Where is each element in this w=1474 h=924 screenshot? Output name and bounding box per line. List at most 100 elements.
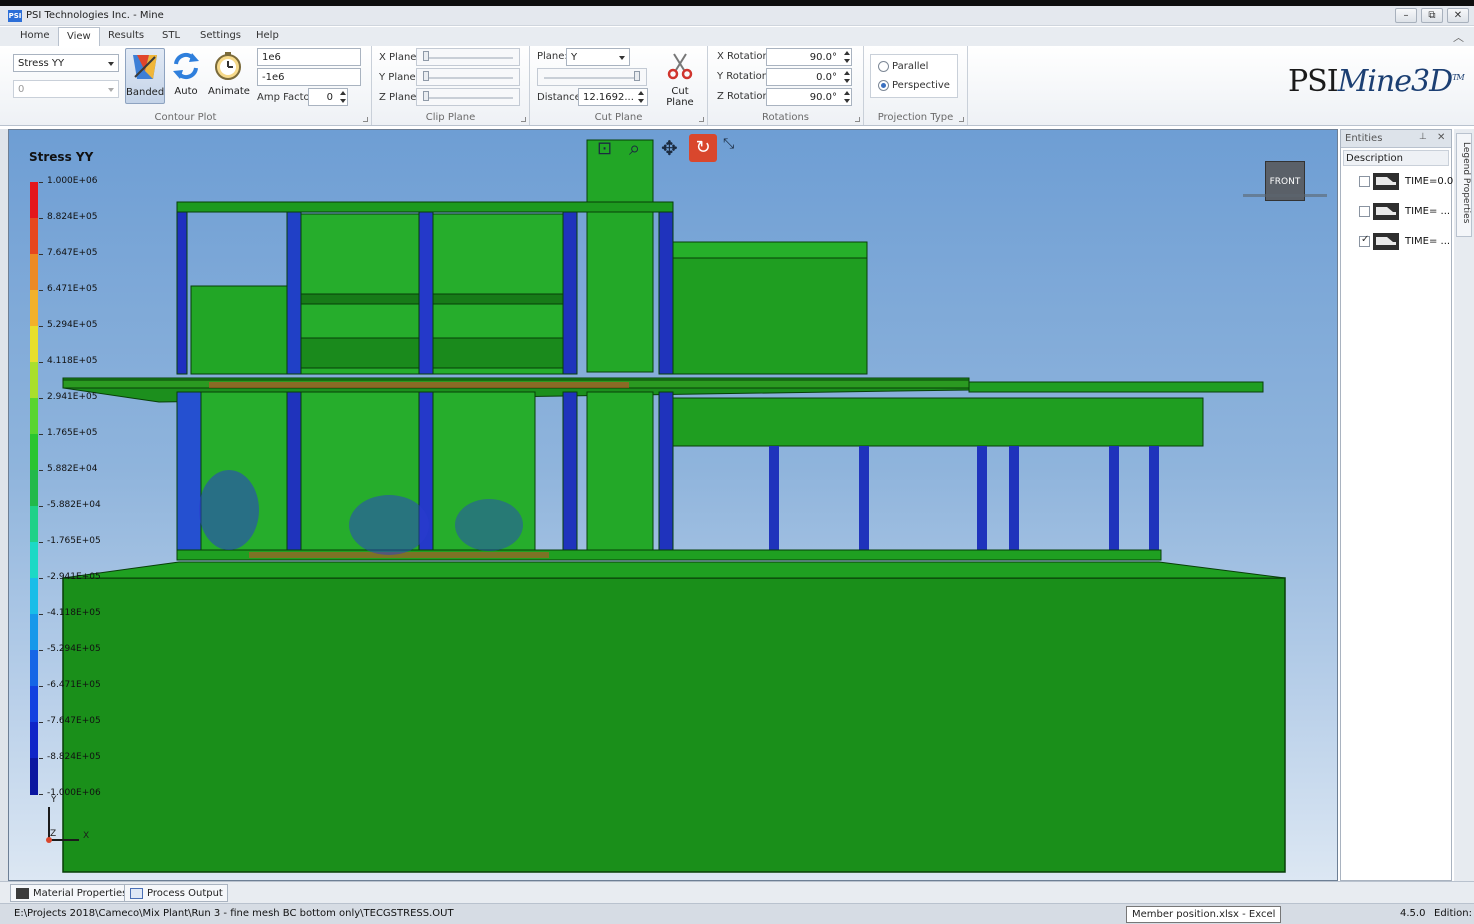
pin-icon[interactable]: ⊥ bbox=[1419, 132, 1427, 142]
entity-label: TIME= ... bbox=[1405, 206, 1451, 217]
maximize-button[interactable]: ⧉ bbox=[1421, 8, 1443, 23]
amp-factor-label: Amp Factor bbox=[257, 92, 314, 103]
psi-mine3d-logo: PSIMine3DTM bbox=[1288, 64, 1465, 99]
fit-all-icon[interactable]: ⤡ bbox=[723, 136, 747, 160]
legend-value: 2.941E+05 bbox=[47, 392, 98, 402]
minimize-button[interactable]: – bbox=[1395, 8, 1417, 23]
entity-result-icon bbox=[1373, 233, 1399, 250]
dialog-launcher-icon[interactable] bbox=[699, 117, 704, 122]
entities-header: Entities ⊥ ✕ bbox=[1341, 130, 1451, 148]
amp-factor-stepper[interactable] bbox=[338, 88, 348, 106]
legend-tick bbox=[39, 758, 43, 759]
z-rotation-stepper[interactable] bbox=[842, 88, 852, 106]
legend-value: -5.882E+04 bbox=[47, 500, 101, 510]
cut-plane-slider[interactable] bbox=[537, 68, 647, 86]
legend-title: Stress YY bbox=[29, 150, 94, 164]
tab-stl[interactable]: STL bbox=[158, 30, 184, 41]
scissors-icon bbox=[667, 53, 693, 80]
z-rotation-input[interactable]: 90.0° bbox=[766, 88, 852, 106]
legend-properties-tab[interactable]: Legend Properties bbox=[1456, 133, 1472, 237]
dialog-launcher-icon[interactable] bbox=[363, 117, 368, 122]
dialog-launcher-icon[interactable] bbox=[959, 117, 964, 122]
y-plane-slider[interactable] bbox=[416, 68, 520, 86]
entity-checkbox[interactable] bbox=[1359, 176, 1370, 187]
right-side-bar: Legend Properties bbox=[1454, 129, 1474, 881]
tab-home[interactable]: Home bbox=[16, 30, 54, 41]
status-edition: Edition: bbox=[1434, 908, 1472, 919]
close-icon[interactable]: ✕ bbox=[1437, 132, 1445, 143]
tab-settings[interactable]: Settings bbox=[196, 30, 245, 41]
x-plane-slider[interactable] bbox=[416, 48, 520, 66]
contour-plot-label: Contour Plot bbox=[154, 112, 217, 123]
pan-icon[interactable]: ✥ bbox=[661, 136, 685, 160]
close-button[interactable]: ✕ bbox=[1447, 8, 1469, 23]
status-bar: E:\Projects 2018\Cameco\Mix Plant\Run 3 … bbox=[0, 903, 1474, 924]
legend-tick bbox=[39, 290, 43, 291]
tab-results[interactable]: Results bbox=[104, 30, 148, 41]
clip-plane-label: Clip Plane bbox=[425, 112, 476, 123]
legend-color-band bbox=[30, 362, 38, 399]
entity-row[interactable]: TIME= ... bbox=[1343, 200, 1451, 224]
material-icon bbox=[16, 888, 29, 899]
legend-tick bbox=[39, 506, 43, 507]
entities-panel: Entities ⊥ ✕ Description TIME=0.0 TIME= .… bbox=[1340, 129, 1453, 881]
entity-checkbox[interactable] bbox=[1359, 234, 1370, 247]
legend-color-band bbox=[30, 182, 38, 219]
min-value-input[interactable]: -1e6 bbox=[257, 68, 361, 86]
chevron-down-icon bbox=[619, 56, 625, 60]
auto-button[interactable]: Auto bbox=[166, 48, 206, 104]
parallel-radio[interactable] bbox=[878, 61, 889, 72]
entity-checkbox[interactable] bbox=[1359, 206, 1370, 217]
rotate-icon[interactable]: ↻ bbox=[689, 134, 717, 162]
table-icon bbox=[130, 888, 143, 899]
banded-button[interactable]: Banded bbox=[125, 48, 165, 104]
process-output-tab[interactable]: Process Output bbox=[124, 884, 228, 902]
legend-value: -1.765E+05 bbox=[47, 536, 101, 546]
ribbon-tabs: Home View Results STL Settings Help ︿ bbox=[0, 27, 1474, 46]
z-plane-slider[interactable] bbox=[416, 88, 520, 106]
model-viewport[interactable]: ⊡ ⌕ ✥ ↻ ⤡ Stress YY 1.000E+06 8.824E+05 7.… bbox=[8, 129, 1338, 881]
entity-row[interactable]: TIME= ... bbox=[1343, 230, 1451, 254]
tab-help[interactable]: Help bbox=[252, 30, 283, 41]
legend-tick bbox=[39, 182, 43, 183]
legend-tick bbox=[39, 326, 43, 327]
collapse-ribbon-icon[interactable]: ︿ bbox=[1453, 29, 1464, 45]
tab-view[interactable]: View bbox=[58, 27, 100, 46]
contour-plot-group: Stress YY 0 Banded Auto Animate 1e6 -1e6… bbox=[0, 46, 372, 125]
dialog-launcher-icon[interactable] bbox=[521, 117, 526, 122]
bottom-tabs: Material Properties Process Output bbox=[0, 881, 1474, 903]
clock-icon bbox=[215, 52, 241, 80]
legend-value: 4.118E+05 bbox=[47, 356, 98, 366]
y-rotation-input[interactable]: 0.0° bbox=[766, 68, 852, 86]
y-rotation-stepper[interactable] bbox=[842, 68, 852, 86]
step-select[interactable]: 0 bbox=[13, 80, 119, 98]
entity-result-icon bbox=[1373, 173, 1399, 190]
perspective-radio[interactable] bbox=[878, 80, 889, 91]
zoom-window-icon[interactable]: ⊡ bbox=[597, 138, 621, 162]
x-rotation-stepper[interactable] bbox=[842, 48, 852, 66]
x-axis-line bbox=[49, 839, 79, 841]
legend-value: -4.118E+05 bbox=[47, 608, 101, 618]
distance-stepper[interactable] bbox=[636, 88, 646, 106]
entity-row[interactable]: TIME=0.0 bbox=[1343, 170, 1453, 194]
material-properties-tab[interactable]: Material Properties bbox=[10, 884, 133, 902]
y-rotation-label: Y Rotation: bbox=[717, 71, 772, 82]
x-rotation-label: X Rotation: bbox=[717, 51, 773, 62]
result-type-select[interactable]: Stress YY bbox=[13, 54, 119, 72]
max-value-input[interactable]: 1e6 bbox=[257, 48, 361, 66]
cut-plane-button[interactable]: Cut Plane bbox=[658, 48, 702, 108]
plane-select[interactable]: Y bbox=[566, 48, 630, 66]
left-edge bbox=[0, 129, 8, 881]
animate-button[interactable]: Animate bbox=[208, 48, 250, 104]
window-title: PSI Technologies Inc. - Mine bbox=[26, 10, 164, 21]
description-column-header[interactable]: Description bbox=[1343, 150, 1449, 166]
title-bar: PSI PSI Technologies Inc. - Mine – ⧉ ✕ bbox=[0, 6, 1474, 26]
projection-type-label: Projection Type bbox=[877, 112, 954, 123]
x-plane-label: X Plane: bbox=[379, 52, 420, 63]
dialog-launcher-icon[interactable] bbox=[855, 117, 860, 122]
entity-label: TIME= ... bbox=[1405, 236, 1451, 247]
nav-cube-ring bbox=[1243, 194, 1327, 197]
zoom-icon[interactable]: ⌕ bbox=[629, 136, 653, 160]
x-rotation-input[interactable]: 90.0° bbox=[766, 48, 852, 66]
plane-label: Plane: bbox=[537, 51, 568, 62]
